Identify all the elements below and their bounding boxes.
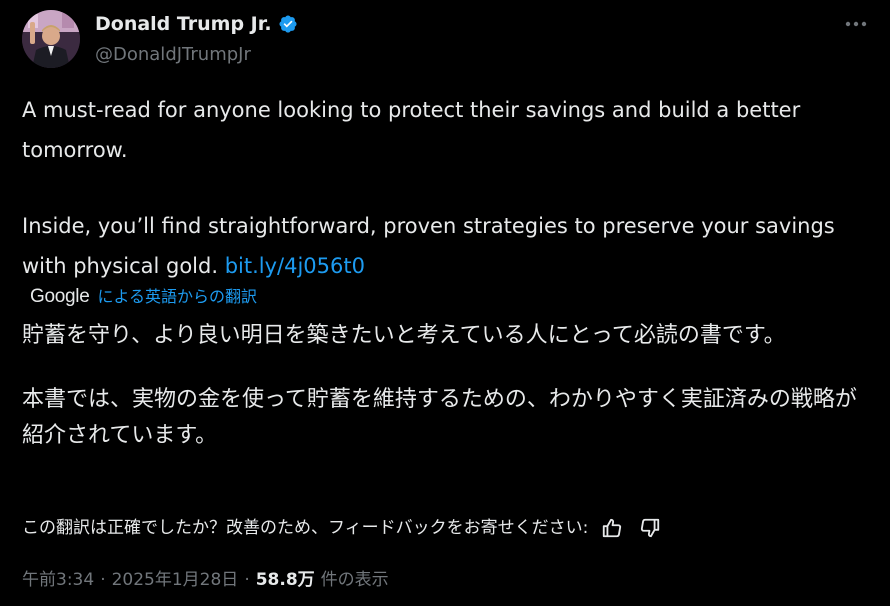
views-label: 件の表示 — [320, 570, 389, 590]
author-display-name[interactable]: Donald Trump Jr. — [95, 12, 272, 36]
more-options-icon — [845, 21, 867, 27]
tweet-time[interactable]: 午前3:34 — [22, 567, 94, 593]
thumbs-up-icon — [603, 518, 622, 538]
tweet-paragraph-2: Inside, you’ll find straightforward, pro… — [22, 206, 868, 286]
translation-attribution: Google による英語からの翻訳 — [30, 286, 257, 308]
avatar[interactable] — [22, 10, 80, 68]
translated-text: 貯蓄を守り、より良い明日を築きたいと考えている人にとって必読の書です。 本書では… — [22, 318, 872, 454]
google-logo: Google — [30, 286, 90, 307]
translation-feedback: この翻訳は正確でしたか？改善のため、フィードバックをお寄せください: — [22, 515, 664, 541]
tweet-meta: 午前3:34 · 2025年1月28日 · 58.8万 件の表示 — [22, 567, 389, 593]
verified-badge-icon — [278, 14, 298, 34]
translation-source-link[interactable]: による英語からの翻訳 — [97, 286, 257, 308]
meta-separator: · — [244, 570, 250, 590]
thumbs-up-button[interactable] — [598, 515, 626, 541]
author-handle[interactable]: @DonaldJTrumpJr — [95, 43, 251, 67]
tweet-link[interactable]: bit.ly/4j056t0 — [225, 254, 365, 278]
tweet-paragraph-1: A must-read for anyone looking to protec… — [22, 98, 801, 162]
tweet-paragraph-2-text: Inside, you’ll find straightforward, pro… — [22, 214, 835, 278]
translated-paragraph-2: 本書では、実物の金を使って貯蓄を維持するための、わかりやすく実証済みの戦略が紹介… — [22, 387, 857, 448]
translated-paragraph-1: 貯蓄を守り、より良い明日を築きたいと考えている人にとって必読の書です。 — [22, 323, 786, 348]
tweet-text: A must-read for anyone looking to protec… — [22, 90, 868, 286]
views-count[interactable]: 58.8万 — [256, 567, 315, 593]
avatar-image — [22, 10, 80, 68]
author-name-row: Donald Trump Jr. — [95, 12, 298, 36]
feedback-prompt: この翻訳は正確でしたか？改善のため、フィードバックをお寄せください: — [22, 518, 589, 538]
thumbs-down-icon — [641, 518, 660, 538]
thumbs-down-button[interactable] — [636, 515, 664, 541]
more-options-button[interactable] — [844, 14, 868, 34]
tweet-date[interactable]: 2025年1月28日 — [112, 567, 239, 593]
meta-separator: · — [100, 570, 106, 590]
